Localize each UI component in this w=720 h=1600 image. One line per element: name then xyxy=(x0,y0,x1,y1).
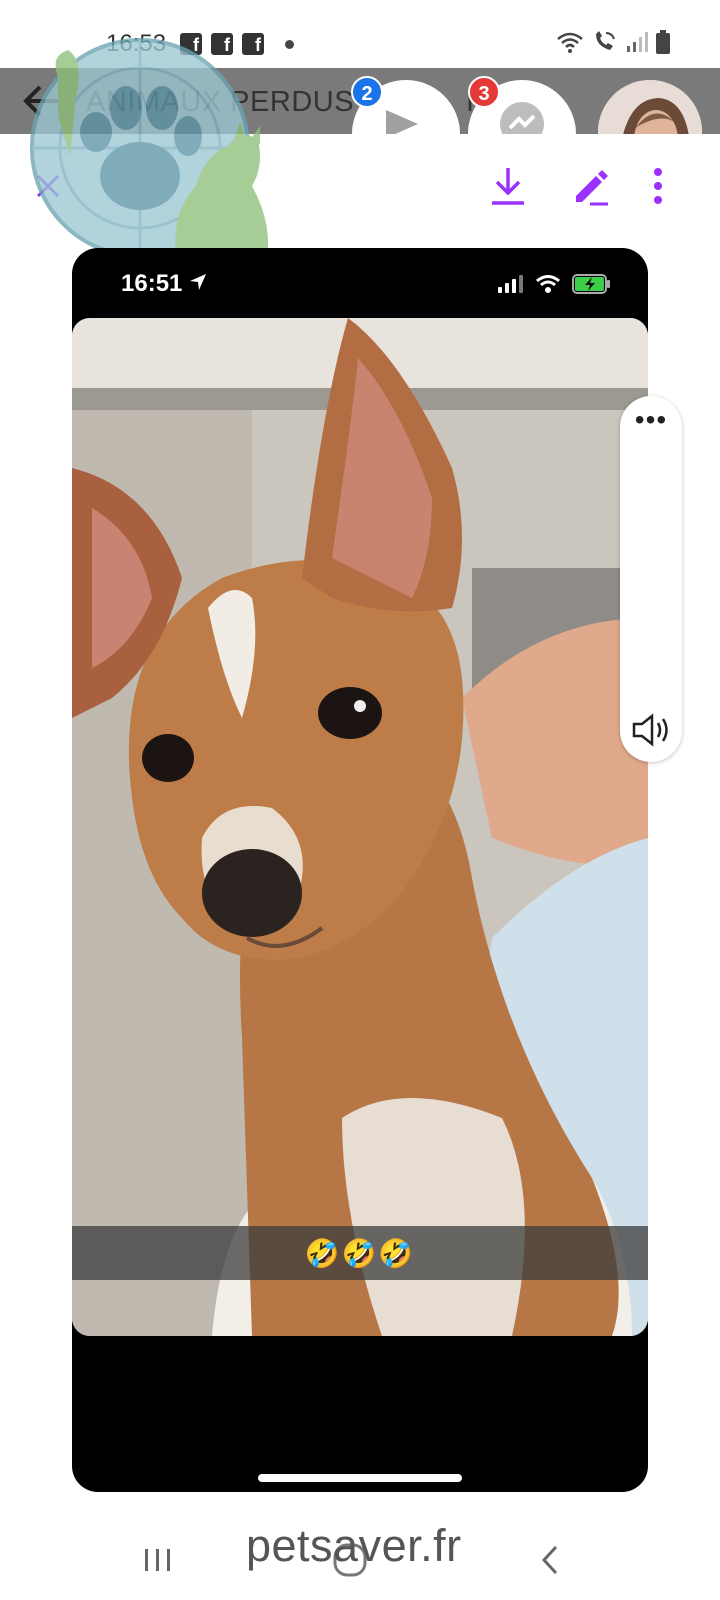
recent-apps-icon xyxy=(145,1549,170,1571)
location-arrow-icon xyxy=(190,274,206,290)
recent-apps-button[interactable] xyxy=(134,1536,182,1584)
battery-charging-icon xyxy=(572,274,610,294)
avatar[interactable] xyxy=(598,80,702,134)
media-side-panel: ••• xyxy=(620,396,682,762)
close-icon xyxy=(36,174,60,198)
shared-screenshot[interactable]: 16:51 xyxy=(72,248,648,1492)
back-button[interactable] xyxy=(526,1536,574,1584)
download-button[interactable] xyxy=(486,164,530,208)
wifi-icon xyxy=(557,32,583,53)
more-options-button[interactable] xyxy=(636,164,680,208)
facebook-icon: f xyxy=(180,33,202,55)
close-button[interactable] xyxy=(26,164,70,208)
more-vertical-icon xyxy=(654,168,662,204)
inner-home-indicator xyxy=(258,1474,462,1482)
group-title[interactable]: ANIMAUX PERDUS xyxy=(86,86,354,119)
dog-photo xyxy=(72,318,648,1336)
back-arrow-icon[interactable] xyxy=(22,84,60,123)
battery-icon xyxy=(656,30,670,54)
signal-icon xyxy=(498,275,523,293)
status-bar: 16:53 f f f xyxy=(0,0,720,66)
wifi-icon xyxy=(536,275,560,293)
facebook-icon: f xyxy=(211,33,233,55)
photo-viewer-toolbar xyxy=(0,134,720,238)
pencil-icon xyxy=(576,170,608,206)
dot-icon xyxy=(285,40,294,49)
more-horizontal-icon[interactable]: ••• xyxy=(626,406,676,442)
wifi-call-icon xyxy=(596,31,615,50)
download-icon xyxy=(492,168,524,205)
petsaver-watermark: petsaver.fr xyxy=(246,1520,462,1571)
inner-status-time: 16:51 xyxy=(121,270,183,297)
photo-caption: 🤣🤣🤣 xyxy=(72,1226,648,1280)
inner-status-icons xyxy=(498,274,612,294)
status-time: 16:53 xyxy=(106,30,167,57)
notification-badge: 2 xyxy=(351,76,383,108)
signal-icon xyxy=(627,32,648,52)
status-icons-right xyxy=(556,30,670,54)
notification-badge: 3 xyxy=(468,76,500,108)
volume-icon[interactable] xyxy=(630,712,672,748)
facebook-icon: f xyxy=(242,33,264,55)
back-icon xyxy=(541,1545,558,1575)
edit-button[interactable] xyxy=(568,164,612,208)
